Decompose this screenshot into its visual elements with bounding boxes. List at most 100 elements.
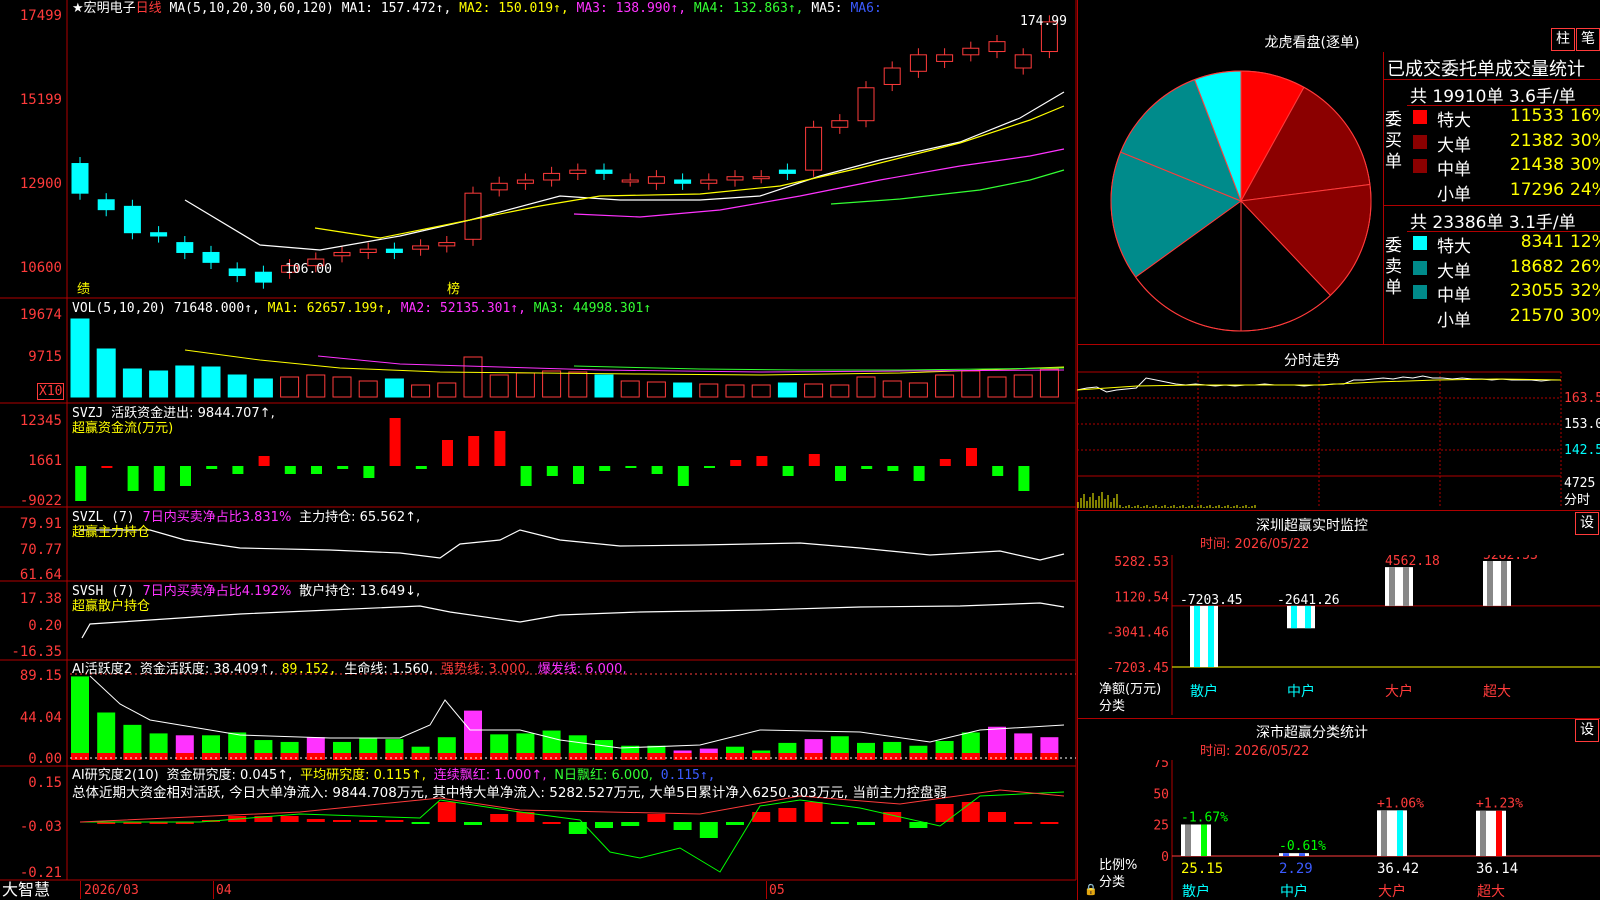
- buy-row-pct: 16%: [1570, 106, 1600, 126]
- svzj-label: SVZJ: [72, 406, 104, 421]
- szm-bar-stripe: [1208, 605, 1214, 667]
- svzl-header: SVZL (7) 7日内买卖净占比3.831% 主力持仓: 65.562↑,: [72, 510, 420, 525]
- szm-bar-stripe: [1403, 567, 1409, 606]
- fenshi-unit: 分时: [1564, 493, 1591, 508]
- fenshi-chart[interactable]: [1077, 368, 1600, 508]
- sell-row-swatch: [1413, 285, 1427, 299]
- sz-monitor-bottom-border: [1077, 718, 1600, 719]
- date-tick-2: 05: [769, 883, 785, 898]
- szc-category-label: 散户: [1182, 883, 1210, 900]
- ai-active-base: [857, 753, 875, 760]
- ai-active-base: [778, 753, 797, 760]
- sz-category-settings-button[interactable]: 设: [1575, 719, 1599, 742]
- svsh-hold: 散户持仓: 13.649↓,: [299, 584, 421, 599]
- ai-active-base: [988, 753, 1006, 760]
- stock-name[interactable]: ★宏明电子: [72, 1, 136, 16]
- svzj-bar: [992, 466, 1004, 476]
- szm-bar-group: [1385, 567, 1413, 606]
- sell-label: 委卖单: [1385, 236, 1402, 298]
- szc-bar-stripe: [1201, 824, 1207, 856]
- volume-bar: [175, 365, 195, 398]
- svzj-bar: [835, 466, 846, 481]
- svzj-bar: [546, 466, 558, 476]
- kline-header: ★宏明电子日线 MA(5,10,20,30,60,120) MA1: 157.4…: [72, 1, 882, 16]
- volume-bar: [96, 348, 116, 398]
- candle-body: [857, 87, 875, 122]
- ai-active-base: [437, 753, 456, 760]
- svzj-bar: [415, 466, 427, 469]
- candle-body: [228, 268, 246, 277]
- date-tick-1: 04: [216, 883, 232, 898]
- ai-active-base: [961, 753, 980, 760]
- svzj-bar: [337, 466, 349, 469]
- szm-ytick: -3041.46: [1106, 626, 1169, 641]
- dragon-header: 已成交委托单成交量统计: [1387, 59, 1585, 80]
- buy-row-name: 中单: [1437, 160, 1471, 180]
- svzj-ytick-0: 12345: [19, 413, 62, 429]
- candle-body: [778, 169, 796, 174]
- ai-research-lianxu: 连续飘红: 1.000↑,: [433, 768, 547, 783]
- buy-summary: 共 19910单 3.6手/单: [1410, 87, 1576, 107]
- sell-row-pct: 32%: [1570, 281, 1600, 301]
- svzj-bar: [677, 466, 689, 486]
- svzj-bar: [913, 466, 925, 481]
- main-chart-svg[interactable]: [0, 0, 1078, 900]
- sz-monitor-settings-button[interactable]: 设: [1575, 512, 1599, 535]
- szm-bar-group: [1483, 561, 1511, 606]
- tick-toggle-button[interactable]: 笔: [1576, 28, 1600, 51]
- szm-category-label: 中户: [1287, 683, 1315, 700]
- candle-body: [752, 176, 770, 180]
- buy-row-vol: 11533: [1509, 106, 1564, 126]
- app-name: 大智慧: [2, 880, 51, 899]
- sell-row-pct: 26%: [1570, 256, 1600, 277]
- szc-category-label: 大户: [1378, 883, 1406, 900]
- candle-body: [97, 199, 115, 211]
- volume-bar: [725, 384, 745, 398]
- szm-bar-stripe: [1487, 561, 1493, 606]
- svzj-bar: [651, 466, 663, 474]
- vol-value: 71648.000↑,: [173, 301, 260, 316]
- buy-row-vol: 21438: [1509, 155, 1564, 175]
- volume-bar: [673, 382, 693, 398]
- buy-row-name: 小单: [1437, 184, 1471, 205]
- szc-value-label: 25.15: [1181, 861, 1223, 877]
- vol-ma3: MA3: 44998.301↑: [533, 301, 652, 316]
- kline-ytick-3: 10600: [19, 260, 62, 276]
- column-toggle-button[interactable]: 柱: [1551, 28, 1575, 51]
- marker-ji: 绩: [77, 282, 91, 297]
- sz-category-xlabel: 分类: [1099, 875, 1126, 890]
- volume-bars: [70, 318, 1065, 398]
- szc-bar-group: [1181, 824, 1211, 856]
- sell-row-swatch: [1413, 309, 1429, 326]
- vol-unit-badge: X10: [37, 383, 65, 400]
- candle-body: [543, 172, 561, 181]
- ai-research-bar: [1040, 822, 1059, 824]
- period-label[interactable]: 日线: [136, 1, 162, 16]
- ai-active-base: [699, 753, 718, 760]
- vol-ytick-0: 19674: [19, 307, 62, 323]
- volume-bar: [280, 376, 300, 398]
- szc-ytick: 0: [1161, 850, 1169, 865]
- candle-body: [700, 179, 718, 184]
- ai-research-bar: [647, 814, 666, 822]
- svzj-title: 超赢资金流(万元): [72, 421, 174, 436]
- svzj-bar: [468, 436, 480, 466]
- szc-change-label: +1.23%: [1476, 797, 1523, 812]
- ai-research-avg: 平均研究度: 0.115↑,: [300, 768, 426, 783]
- svzj-bar: [520, 466, 532, 486]
- volume-bar: [149, 370, 169, 398]
- candle-body: [595, 169, 613, 174]
- szm-ytick: 1120.54: [1114, 590, 1169, 605]
- sell-row-vol: 8341: [1520, 232, 1564, 252]
- svzj-bar: [101, 466, 113, 468]
- ai-research-bar: [490, 814, 509, 822]
- svzj-bar: [127, 466, 139, 491]
- ai-research-bar: [857, 822, 875, 825]
- szc-ytick: 50: [1153, 787, 1169, 802]
- svsh-title: 超赢散户持仓: [72, 599, 151, 614]
- svzl-line: [80, 529, 1065, 561]
- szm-category-label: 超大: [1483, 684, 1511, 700]
- vol-ma1: MA1: 62657.199↑,: [267, 301, 393, 316]
- ai-active-base: [647, 753, 666, 760]
- ai-active-base: [97, 753, 116, 760]
